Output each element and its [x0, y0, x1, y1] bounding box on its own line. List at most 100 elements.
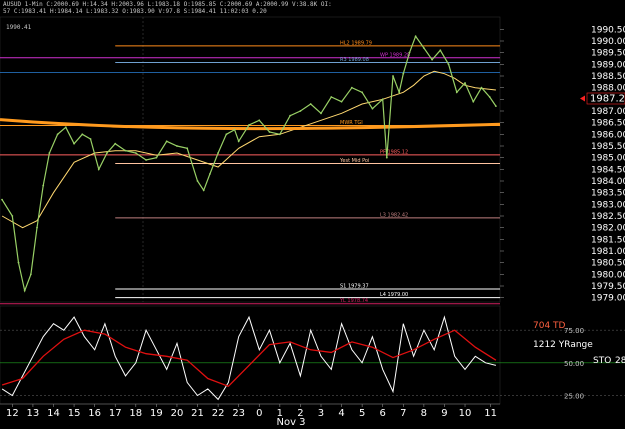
price-point-54 — [455, 91, 458, 94]
x-tick-label-20: 8 — [421, 408, 427, 419]
price-point-10 — [73, 142, 75, 145]
price-point-29 — [237, 140, 240, 143]
price-point-6 — [42, 184, 45, 187]
price-point-27 — [225, 133, 228, 136]
last-price-value: 1987.21 — [590, 94, 625, 105]
level-label-7: L3 1982.42 — [380, 212, 408, 218]
price-point-4 — [29, 273, 32, 276]
price-y-tick-label-21: 1980.00 — [591, 270, 625, 280]
x-tick-label-21: 9 — [441, 408, 447, 419]
level-label-1: WP 1989.28 — [380, 52, 410, 58]
price-point-37 — [320, 112, 322, 115]
price-point-17 — [134, 152, 137, 154]
price-point-35 — [299, 110, 302, 112]
price-point-20 — [165, 140, 168, 143]
osc-y-tick-label-2: 25.00 — [564, 392, 584, 400]
price-y-tick-label-7: 1987.00 — [591, 107, 625, 117]
chart-corner-label: 1990.41 — [6, 24, 32, 31]
price-point-24 — [202, 189, 205, 192]
price-point-9 — [64, 126, 67, 129]
price-point-39 — [340, 100, 343, 103]
level-label-5: PF 1985.12 — [380, 149, 408, 155]
price-point-14 — [106, 152, 108, 154]
price-y-tick-label-2: 1989.50 — [591, 49, 625, 59]
chart-background — [0, 0, 625, 429]
price-y-tick-label-23: 1979.00 — [591, 294, 625, 304]
x-tick-label-3: 15 — [68, 408, 81, 419]
price-y-tick-label-22: 1979.50 — [591, 282, 625, 292]
price-point-59 — [494, 105, 497, 107]
x-tick-label-23: 11 — [484, 408, 497, 419]
price-point-1 — [11, 215, 14, 217]
x-tick-label-17: 5 — [359, 408, 365, 419]
x-tick-label-7: 19 — [150, 408, 163, 419]
x-tick-label-10: 22 — [212, 408, 225, 419]
price-point-38 — [330, 96, 333, 98]
price-point-15 — [114, 142, 117, 145]
x-tick-label-1: 13 — [27, 408, 40, 419]
price-point-12 — [89, 138, 92, 140]
price-point-51 — [431, 58, 433, 61]
chart-canvas: AUSUD 1-Min C:2000.69 H:14.34 H:2003.96 … — [0, 0, 625, 429]
x-tick-label-0: 12 — [6, 408, 19, 419]
price-point-43 — [381, 98, 384, 101]
price-y-tick-label-1: 1990.00 — [591, 37, 625, 47]
price-y-tick-label-0: 1990.50 — [591, 25, 625, 35]
x-tick-label-11: 23 — [232, 408, 245, 419]
price-point-18 — [145, 159, 147, 161]
price-point-47 — [402, 72, 405, 75]
x-tick-label-12: 0 — [256, 408, 262, 419]
level-label-10: YL 1978.74 — [339, 298, 368, 304]
price-point-8 — [56, 133, 59, 136]
x-tick-label-18: 6 — [380, 408, 386, 419]
price-point-33 — [278, 133, 281, 136]
price-y-tick-label-3: 1989.00 — [591, 60, 625, 70]
price-y-tick-label-11: 1985.00 — [591, 154, 625, 164]
price-point-44 — [385, 156, 388, 159]
price-point-36 — [309, 103, 312, 105]
x-tick-label-4: 16 — [88, 408, 101, 419]
x-tick-label-22: 10 — [459, 408, 472, 419]
price-point-45 — [392, 75, 394, 77]
price-y-tick-label-5: 1988.00 — [591, 84, 625, 94]
x-tick-label-19: 7 — [400, 408, 406, 419]
price-point-46 — [398, 91, 401, 94]
price-point-0 — [1, 198, 3, 201]
price-point-53 — [447, 63, 450, 66]
price-point-31 — [258, 119, 261, 122]
price-y-tick-label-9: 1986.00 — [591, 130, 625, 140]
price-point-5 — [36, 226, 38, 229]
price-y-tick-label-18: 1981.50 — [591, 235, 625, 245]
price-point-52 — [439, 49, 442, 52]
price-point-58 — [488, 96, 491, 98]
price-y-tick-label-20: 1980.50 — [591, 259, 625, 269]
price-point-48 — [408, 51, 411, 54]
price-point-23 — [196, 180, 199, 182]
price-y-tick-label-4: 1988.50 — [591, 72, 625, 82]
price-point-16 — [124, 149, 127, 152]
price-point-28 — [233, 128, 236, 131]
price-y-tick-label-14: 1983.50 — [591, 189, 625, 199]
x-tick-label-8: 20 — [171, 408, 184, 419]
price-y-tick-label-19: 1981.00 — [591, 247, 625, 257]
price-point-41 — [361, 91, 364, 94]
price-point-42 — [371, 107, 374, 110]
x-axis-date-label: Nov 3 — [276, 417, 305, 428]
price-point-34 — [289, 114, 292, 117]
level-label-2: R3 1989.08 — [340, 57, 369, 63]
price-point-26 — [217, 152, 220, 154]
x-tick-label-5: 17 — [109, 408, 122, 419]
osc-y-tick-label-1: 50.00 — [564, 360, 584, 368]
level-label-8: S1 1979.37 — [340, 284, 369, 290]
price-point-40 — [350, 86, 353, 89]
price-point-57 — [480, 86, 483, 89]
price-y-tick-label-15: 1983.00 — [591, 200, 625, 210]
x-tick-label-16: 4 — [338, 408, 344, 419]
price-y-tick-label-12: 1984.50 — [591, 165, 625, 175]
price-y-tick-label-16: 1982.50 — [591, 212, 625, 222]
td-annotation: 704 TD — [533, 321, 566, 331]
price-point-22 — [186, 147, 189, 150]
price-point-55 — [464, 82, 466, 84]
price-point-49 — [414, 35, 417, 38]
chart-header-line1: AUSUD 1-Min C:2000.69 H:14.34 H:2003.96 … — [3, 1, 332, 8]
